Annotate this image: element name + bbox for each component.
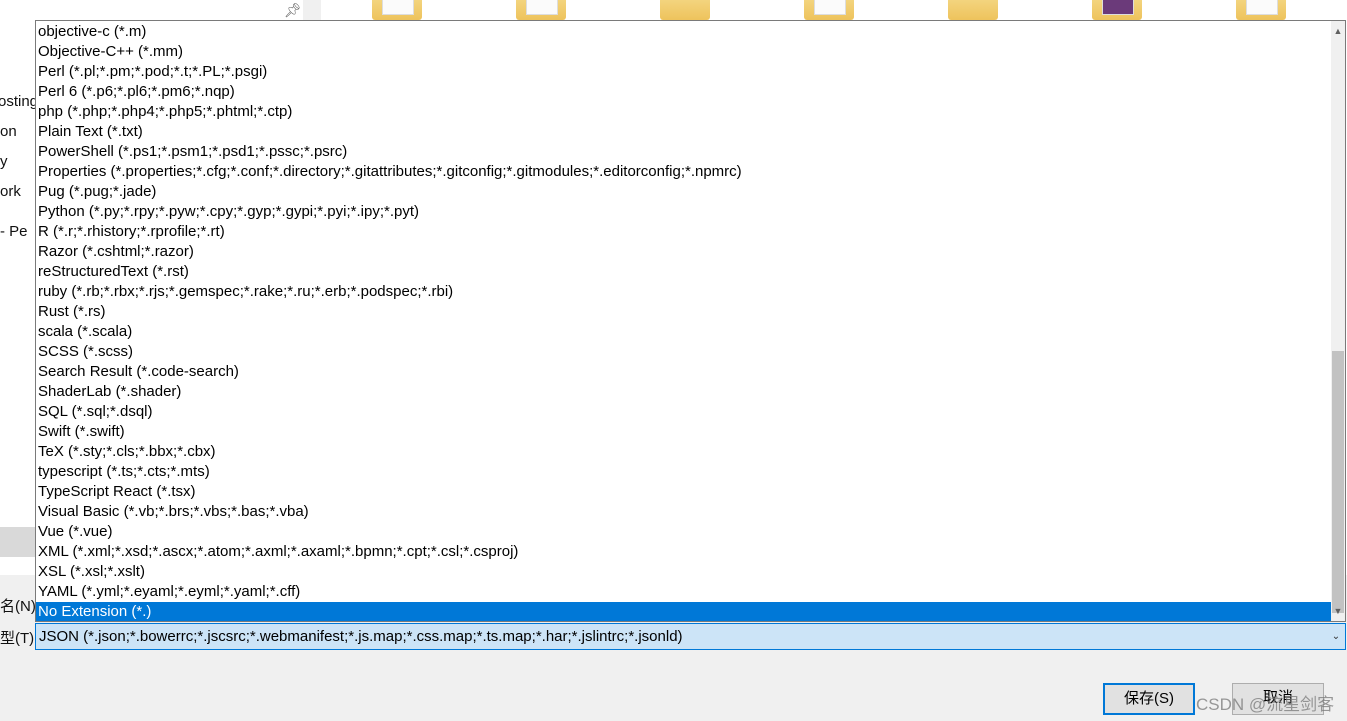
file-type-option[interactable]: Pug (*.pug;*.jade): [36, 182, 1332, 202]
file-type-option[interactable]: Objective-C++ (*.mm): [36, 42, 1332, 62]
save-type-value: JSON (*.json;*.bowerrc;*.jscsrc;*.webman…: [39, 628, 683, 645]
file-type-option[interactable]: scala (*.scala): [36, 322, 1332, 342]
file-type-option[interactable]: Visual Basic (*.vb;*.brs;*.vbs;*.bas;*.v…: [36, 502, 1332, 522]
pin-icon[interactable]: 📌︎: [284, 2, 302, 19]
folder-thumbnail[interactable]: [372, 0, 422, 20]
nav-item[interactable]: y: [0, 153, 8, 170]
file-type-option[interactable]: Vue (*.vue): [36, 522, 1332, 542]
filename-label: 名(N):: [0, 598, 40, 615]
file-type-option[interactable]: YAML (*.yml;*.eyaml;*.eyml;*.yaml;*.cff): [36, 582, 1332, 602]
folder-thumbnail[interactable]: [1092, 0, 1142, 20]
nav-pane-scrollbar[interactable]: [303, 0, 321, 20]
save-type-combobox[interactable]: JSON (*.json;*.bowerrc;*.jscsrc;*.webman…: [35, 623, 1346, 650]
nav-item[interactable]: ork: [0, 183, 21, 200]
dropdown-scrollbar[interactable]: ▲ ▼: [1331, 21, 1345, 621]
watermark: CSDN @流星剑客: [1196, 695, 1335, 714]
folder-thumbnail[interactable]: [1236, 0, 1286, 20]
chevron-down-icon[interactable]: ⌄: [1329, 624, 1343, 649]
nav-item[interactable]: osting: [0, 93, 38, 110]
folder-thumbnail[interactable]: [516, 0, 566, 20]
file-type-option[interactable]: TypeScript React (*.tsx): [36, 482, 1332, 502]
scroll-up-arrow-icon[interactable]: ▲: [1331, 23, 1345, 39]
file-type-option[interactable]: R (*.r;*.rhistory;*.rprofile;*.rt): [36, 222, 1332, 242]
file-type-option[interactable]: Razor (*.cshtml;*.razor): [36, 242, 1332, 262]
file-type-option[interactable]: ruby (*.rb;*.rbx;*.rjs;*.gemspec;*.rake;…: [36, 282, 1332, 302]
file-type-option[interactable]: php (*.php;*.php4;*.php5;*.phtml;*.ctp): [36, 102, 1332, 122]
file-type-option[interactable]: Perl 6 (*.p6;*.pl6;*.pm6;*.nqp): [36, 82, 1332, 102]
file-type-option[interactable]: PowerShell (*.ps1;*.psm1;*.psd1;*.pssc;*…: [36, 142, 1332, 162]
nav-item[interactable]: on: [0, 123, 17, 140]
file-type-option[interactable]: XSL (*.xsl;*.xslt): [36, 562, 1332, 582]
file-type-option[interactable]: Properties (*.properties;*.cfg;*.conf;*.…: [36, 162, 1332, 182]
nav-selected-highlight: [0, 527, 35, 557]
file-type-option[interactable]: SQL (*.sql;*.dsql): [36, 402, 1332, 422]
file-type-option[interactable]: Plain Text (*.txt): [36, 122, 1332, 142]
file-type-option[interactable]: Rust (*.rs): [36, 302, 1332, 322]
scroll-down-arrow-icon[interactable]: ▼: [1331, 603, 1345, 619]
folder-thumbnail[interactable]: [660, 0, 710, 20]
file-type-option[interactable]: XML (*.xml;*.xsd;*.ascx;*.atom;*.axml;*.…: [36, 542, 1332, 562]
file-type-option[interactable]: Python (*.py;*.rpy;*.pyw;*.cpy;*.gyp;*.g…: [36, 202, 1332, 222]
scroll-thumb[interactable]: [1332, 351, 1344, 613]
file-type-option[interactable]: TeX (*.sty;*.cls;*.bbx;*.cbx): [36, 442, 1332, 462]
file-type-option[interactable]: typescript (*.ts;*.cts;*.mts): [36, 462, 1332, 482]
file-type-dropdown-list[interactable]: objective-c (*.m) Objective-C++ (*.mm) Per…: [35, 20, 1346, 622]
file-type-option-selected[interactable]: No Extension (*.): [36, 602, 1332, 621]
file-type-option[interactable]: Search Result (*.code-search): [36, 362, 1332, 382]
folder-thumbnail[interactable]: [948, 0, 998, 20]
folder-thumbnail[interactable]: [804, 0, 854, 20]
file-type-option[interactable]: SCSS (*.scss): [36, 342, 1332, 362]
save-button[interactable]: 保存(S): [1103, 683, 1195, 715]
file-type-options: objective-c (*.m) Objective-C++ (*.mm) Per…: [36, 22, 1332, 621]
navigation-pane: osting on y ork - Pe: [0, 20, 38, 580]
nav-item[interactable]: - Pe: [0, 223, 28, 240]
file-type-option[interactable]: ShaderLab (*.shader): [36, 382, 1332, 402]
file-type-option[interactable]: reStructuredText (*.rst): [36, 262, 1332, 282]
save-type-label: 型(T):: [0, 630, 39, 647]
file-type-option[interactable]: objective-c (*.m): [36, 22, 1332, 42]
file-type-option[interactable]: Perl (*.pl;*.pm;*.pod;*.t;*.PL;*.psgi): [36, 62, 1332, 82]
file-type-option[interactable]: Swift (*.swift): [36, 422, 1332, 442]
